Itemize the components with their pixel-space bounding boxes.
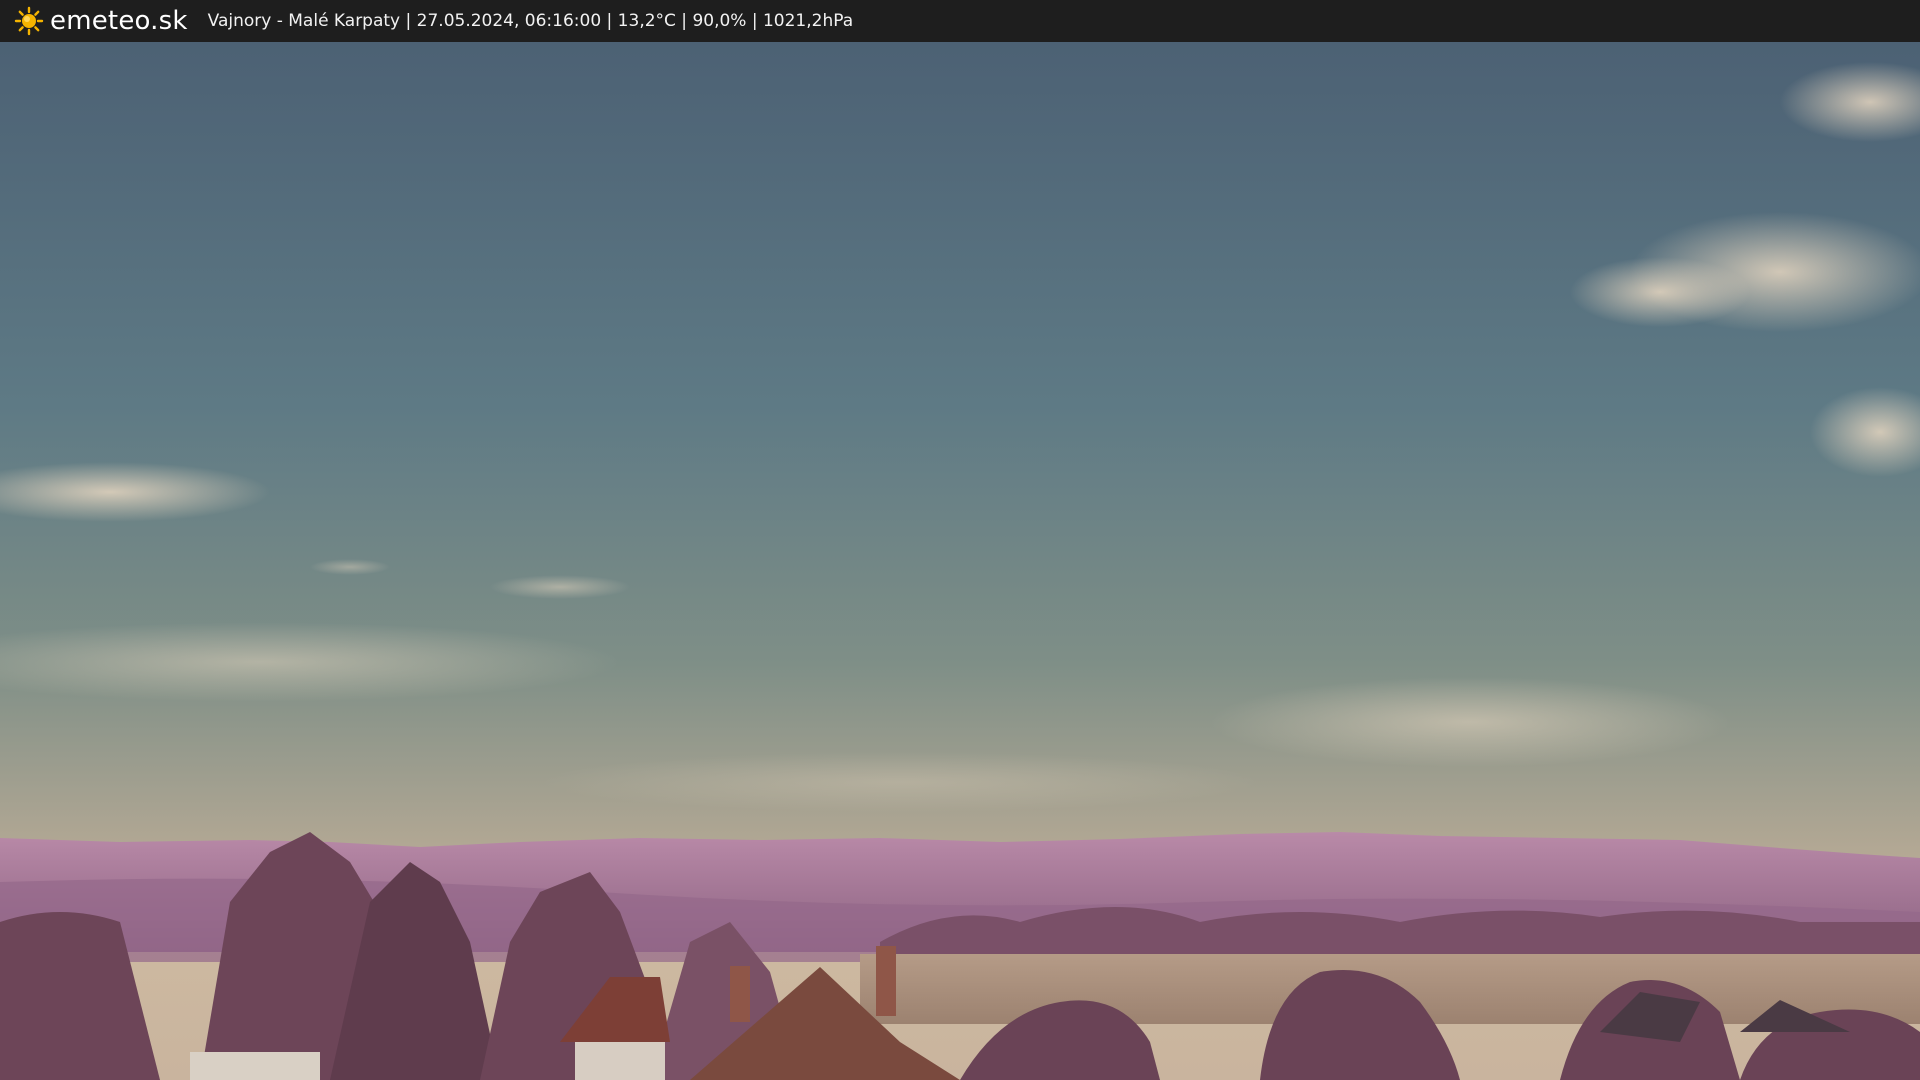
- station-info: Vajnory - Malé Karpaty | 27.05.2024, 06:…: [207, 11, 854, 31]
- brand-name: emeteo.sk: [50, 6, 188, 36]
- webcam-image: [0, 42, 1920, 1080]
- caption-bar: emeteo.sk Vajnory - Malé Karpaty | 27.05…: [0, 0, 1920, 42]
- webcam-frame: emeteo.sk Vajnory - Malé Karpaty | 27.05…: [0, 0, 1920, 1080]
- sun-icon: [14, 6, 44, 36]
- logo[interactable]: emeteo.sk: [14, 6, 188, 36]
- landscape-scene: [0, 42, 1920, 1080]
